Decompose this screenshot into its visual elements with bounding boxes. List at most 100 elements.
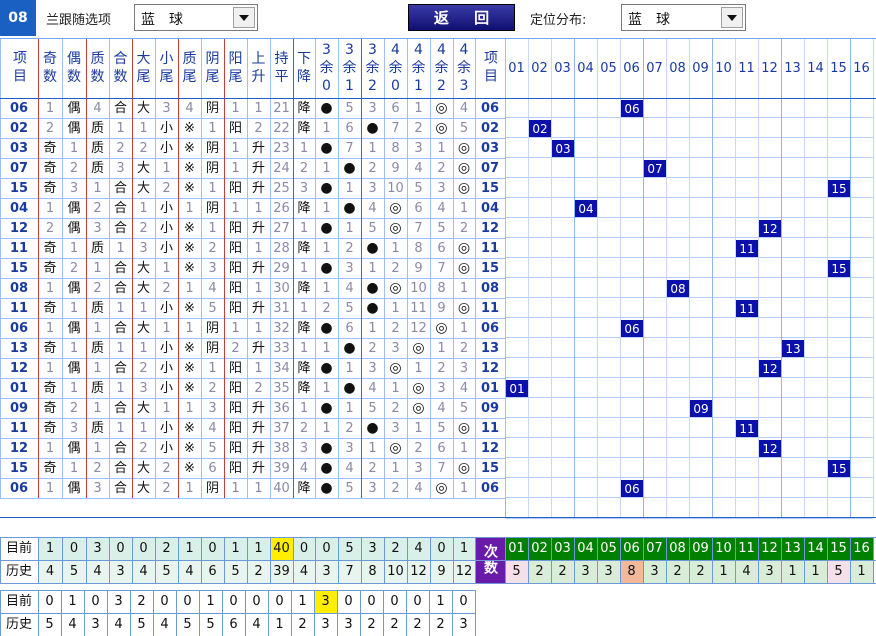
bottom-column-line — [452, 590, 453, 636]
stat-cell: ※ — [184, 220, 195, 236]
number-column-line — [873, 38, 874, 518]
stat-cell: 大 — [136, 180, 150, 196]
stat-cell: 1 — [437, 340, 446, 356]
bottom-current-stat: 1 — [61, 590, 84, 613]
number-header: 10 — [715, 60, 732, 76]
stat-cell: 1 — [322, 240, 331, 256]
stat-cell: 1 — [93, 360, 102, 376]
stat-cell: 2 — [254, 380, 263, 396]
stat-cell: 合 — [113, 460, 127, 476]
bottom-gridline — [0, 590, 475, 591]
number-header: 05 — [600, 60, 617, 76]
stat-cell: 1 — [93, 440, 102, 456]
stat-cell: 2 — [45, 120, 55, 136]
stat-cell: 偶 — [67, 220, 81, 236]
count-value: 1 — [850, 560, 873, 583]
stats-column-line — [505, 537, 506, 583]
bottom-current-stat: 0 — [452, 590, 475, 613]
current-stat: 2 — [384, 537, 407, 560]
row-number: 12 — [9, 360, 29, 376]
stat-cell: 1 — [208, 180, 217, 196]
current-stat: 0 — [315, 537, 338, 560]
stat-cell: 1 — [254, 200, 263, 216]
stat-cell: 4 — [345, 460, 354, 476]
stat-cell: 质 — [90, 240, 104, 256]
stat-cell: 1 — [254, 240, 263, 256]
stats-column-line — [62, 537, 63, 583]
stat-cell: 1 — [139, 420, 148, 436]
row-gridline — [0, 478, 475, 479]
number-marker: 08 — [667, 280, 689, 297]
stats-gridline — [0, 583, 876, 584]
stat-cell: ※ — [184, 440, 195, 456]
bottom-column-line — [107, 590, 108, 636]
count-number: 16 — [850, 537, 873, 560]
row-number-2: 02 — [480, 120, 500, 136]
stat-column-line — [453, 38, 454, 498]
row-number-2: 13 — [480, 340, 500, 356]
stat-cell: 1 — [162, 260, 171, 276]
bottom-column-line — [406, 590, 407, 636]
column-header: 4余1 — [411, 42, 426, 94]
stat-cell: ● — [320, 460, 333, 476]
history-stat: 4 — [293, 560, 315, 583]
count-number: 08 — [666, 537, 689, 560]
stat-cell: 2 — [93, 200, 102, 216]
stat-cell: 29 — [273, 260, 290, 276]
stat-cell: ※ — [184, 120, 195, 136]
current-stat: 1 — [178, 537, 201, 560]
column-header: 下降 — [297, 51, 311, 85]
stat-cell: 1 — [391, 380, 400, 396]
row-number-2: 06 — [480, 100, 500, 116]
number-column-line — [712, 38, 713, 518]
number-column-line — [551, 38, 552, 518]
row-gridline — [0, 398, 475, 399]
number-header: 01 — [508, 60, 525, 76]
stat-cell: ◎ — [435, 480, 448, 496]
stat-cell: 2 — [93, 280, 102, 296]
row-number-2: 06 — [480, 480, 500, 496]
column-header: 4余3 — [457, 42, 471, 94]
bottom-current-stat: 1 — [291, 590, 314, 613]
stat-cell: 1 — [45, 480, 55, 496]
stat-cell: 7 — [414, 220, 423, 236]
stat-cell: 奇 — [43, 180, 57, 196]
stat-cell: 小 — [159, 240, 173, 256]
stat-cell: ※ — [184, 240, 195, 256]
stat-cell: 1 — [322, 120, 331, 136]
stat-cell: 1 — [254, 360, 263, 376]
stat-cell: ◎ — [389, 200, 402, 216]
current-stat: 1 — [247, 537, 270, 560]
stat-cell: 1 — [414, 420, 423, 436]
stat-cell: 4 — [459, 100, 469, 116]
row-number: 15 — [9, 180, 29, 196]
stat-cell: 小 — [159, 300, 173, 316]
count-number: 12 — [758, 537, 781, 560]
stat-cell: 降 — [297, 380, 311, 396]
stat-cell: 4 — [368, 380, 377, 396]
bottom-current-stat: 0 — [337, 590, 360, 613]
stat-cell: 11 — [410, 300, 427, 316]
stat-cell: 34 — [273, 360, 290, 376]
stat-cell: 升 — [251, 160, 265, 176]
stat-cell: 大 — [136, 460, 150, 476]
row-number-2: 08 — [480, 280, 500, 296]
stat-cell: 3 — [116, 160, 125, 176]
history-stat: 5 — [62, 560, 86, 583]
row-gridline — [0, 138, 475, 139]
item2-column-line — [505, 38, 506, 498]
stat-cell: 合 — [113, 100, 127, 116]
stat-cell: 1 — [116, 340, 125, 356]
row-number-2: 09 — [480, 400, 500, 416]
stats-column-line — [804, 537, 805, 583]
stat-cell: 降 — [297, 200, 311, 216]
bottom-history-stat: 5 — [206, 617, 215, 632]
stat-cell: 7 — [391, 120, 400, 136]
stats-column-line — [430, 537, 431, 583]
stat-cell: 升 — [251, 400, 265, 416]
column-header: 合数 — [113, 51, 128, 85]
stat-cell: 5 — [459, 120, 469, 136]
bottom-column-line — [360, 590, 361, 636]
stat-cell: 质 — [90, 120, 104, 136]
row-number-2: 15 — [480, 180, 500, 196]
